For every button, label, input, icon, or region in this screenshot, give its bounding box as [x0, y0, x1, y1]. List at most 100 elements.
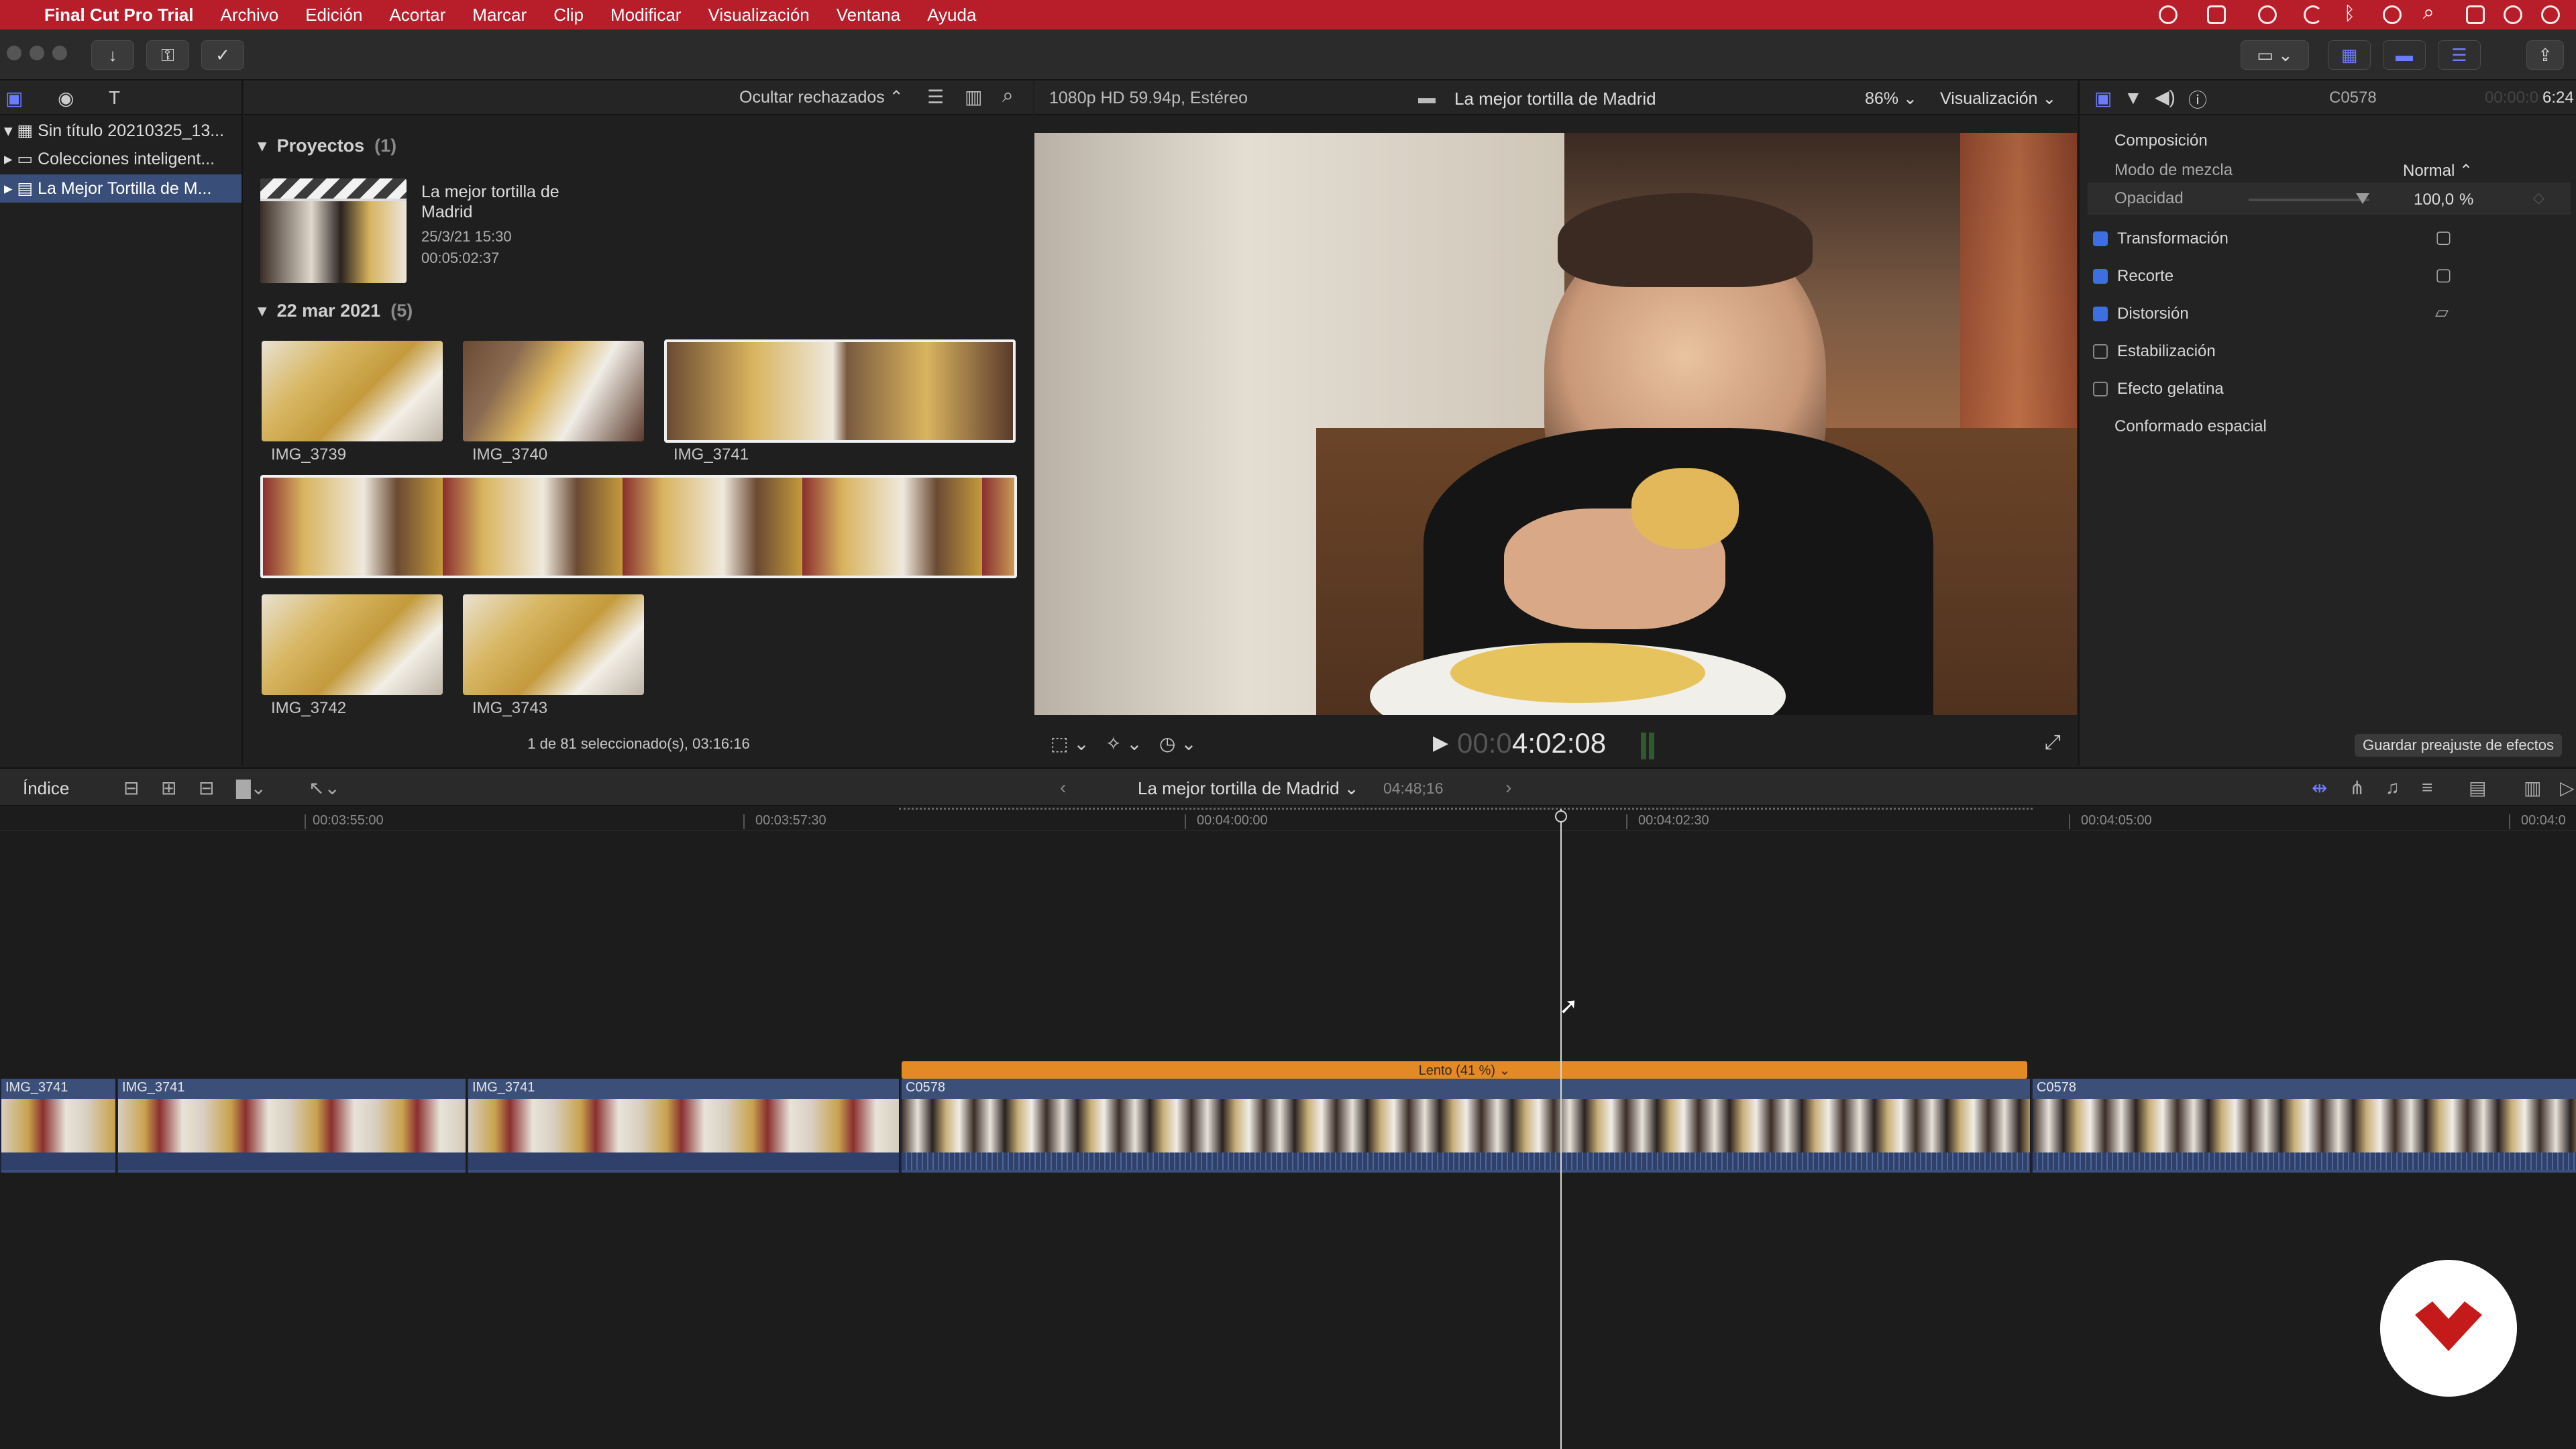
spatial-conform-section[interactable]: Conformado espacial — [2114, 408, 2267, 445]
effect-row-transform[interactable]: Transformación — [2093, 220, 2229, 258]
spotlight-icon[interactable]: ⌕ — [2423, 1, 2434, 24]
menu-clip[interactable]: Clip — [553, 5, 584, 25]
opacity-value[interactable]: 100,0 — [2414, 191, 2454, 209]
checkbox[interactable] — [2093, 231, 2108, 246]
info-inspector-icon[interactable]: ⓘ — [2188, 86, 2207, 113]
effect-row-distort[interactable]: Distorsión — [2093, 295, 2189, 333]
creative-cloud-icon[interactable] — [2159, 5, 2178, 24]
projects-section-header[interactable]: ▾ Proyectos (1) — [258, 136, 396, 156]
checkbox[interactable] — [2093, 344, 2108, 359]
inspector-toggle-icon[interactable]: ☰ — [2438, 40, 2481, 70]
playhead[interactable] — [1560, 809, 1562, 1449]
select-tool-icon[interactable]: ↖⌄ — [309, 777, 340, 799]
search-icon[interactable]: ⌕ — [1002, 85, 1014, 107]
browser-toggle-icon[interactable]: ▦ — [2328, 40, 2371, 70]
effect-row-rolling-shutter[interactable]: Efecto gelatina — [2093, 370, 2224, 408]
share-layout-button[interactable]: ▭ ⌄ — [2241, 40, 2309, 70]
menu-archivo[interactable]: Archivo — [220, 5, 278, 25]
clip-thumbnail-selected[interactable] — [664, 339, 1016, 443]
notification-icon[interactable] — [2541, 5, 2560, 24]
clip-thumbnail[interactable] — [262, 341, 443, 441]
distort-onscreen-icon[interactable]: ▱ — [2435, 302, 2449, 323]
menu-ventana[interactable]: Ventana — [837, 5, 900, 25]
close-window-icon[interactable] — [7, 46, 21, 60]
effect-row-stabilization[interactable]: Estabilización — [2093, 333, 2216, 370]
moon-icon[interactable] — [2304, 5, 2322, 24]
color-inspector-icon[interactable]: ▼ — [2124, 87, 2143, 109]
clip-appearance-icon[interactable]: ▤ — [2469, 777, 2486, 799]
user-icon[interactable] — [2383, 5, 2402, 24]
clip-appearance-icon[interactable]: ☰ — [927, 86, 944, 108]
skimming-icon[interactable]: ⋔ — [2349, 777, 2365, 799]
keyframe-icon[interactable]: ◇ — [2533, 189, 2544, 207]
play-button[interactable]: ▶ — [1433, 731, 1448, 755]
crop-tools-icon[interactable]: ⬚ ⌄ — [1051, 733, 1089, 755]
timeline-ruler[interactable]: 00:03:55:00 00:03:57:30 00:04:00:00 00:0… — [0, 808, 2576, 830]
timeline-project-dropdown[interactable]: La mejor tortilla de Madrid ⌄ — [1138, 778, 1359, 799]
keywords-button[interactable]: ⚿ — [146, 40, 189, 70]
menu-visualizacion[interactable]: Visualización — [708, 5, 809, 25]
control-center-icon[interactable] — [2466, 5, 2485, 24]
retime-label[interactable]: Lento (41 %) ⌄ — [902, 1062, 2027, 1079]
clip-thumbnail[interactable] — [463, 594, 644, 695]
connect-clip-icon[interactable]: ⊟ — [123, 777, 139, 799]
timeline-clip[interactable]: C0578 — [900, 1079, 2030, 1173]
checkbox[interactable] — [2093, 307, 2108, 321]
video-inspector-icon[interactable]: ▣ — [2094, 87, 2112, 109]
timeline-clip[interactable]: IMG_3741 — [467, 1079, 899, 1173]
fullscreen-icon[interactable]: ⤢ — [2045, 731, 2061, 754]
clip-filmstrip[interactable] — [260, 475, 1017, 578]
save-preset-button[interactable]: Guardar preajuste de efectos — [2355, 734, 2562, 757]
bluetooth-icon[interactable]: ᛒ — [2344, 3, 2355, 24]
video-only-icon[interactable]: ⇹ — [2312, 777, 2327, 799]
append-clip-icon[interactable]: ⊟ — [199, 777, 214, 799]
screen-icon[interactable] — [2207, 5, 2226, 24]
menu-modificar[interactable]: Modificar — [610, 5, 681, 25]
event-item-selected[interactable]: ▸ ▤ La Mejor Tortilla de M... — [0, 174, 241, 203]
checkbox[interactable] — [2093, 382, 2108, 396]
timeline-clip[interactable]: C0578 — [2031, 1079, 2576, 1173]
menu-edicion[interactable]: Edición — [305, 5, 362, 25]
titles-icon[interactable]: T — [109, 87, 120, 109]
timeline-clip[interactable]: IMG_3741 — [117, 1079, 466, 1173]
history-forward-icon[interactable]: › — [1505, 777, 1511, 798]
checkbox[interactable] — [2093, 269, 2108, 284]
retime-icon[interactable]: ◷ ⌄ — [1159, 733, 1197, 755]
transitions-browser-icon[interactable]: ▷ — [2560, 777, 2575, 799]
retime-bar[interactable]: Lento (41 %) ⌄ — [902, 1061, 2027, 1079]
blend-mode-dropdown[interactable]: Normal ⌃ — [2403, 161, 2473, 180]
minimize-window-icon[interactable] — [30, 46, 44, 60]
effect-row-crop[interactable]: Recorte — [2093, 258, 2174, 295]
project-thumbnail[interactable] — [260, 178, 407, 283]
clip-thumbnail[interactable] — [463, 341, 644, 441]
libraries-icon[interactable]: ▣ — [5, 87, 23, 109]
date-section-header[interactable]: ▾ 22 mar 2021 (5) — [258, 301, 413, 321]
video-frame[interactable] — [1034, 133, 2077, 715]
crop-onscreen-icon[interactable]: ▢ — [2435, 264, 2452, 285]
siri-icon[interactable] — [2504, 5, 2522, 24]
filter-dropdown[interactable]: Ocultar rechazados ⌃ — [739, 87, 904, 107]
smart-collections-item[interactable]: ▸ ▭ Colecciones inteligent... — [4, 149, 215, 169]
menu-marcar[interactable]: Marcar — [472, 5, 527, 25]
menu-ayuda[interactable]: Ayuda — [927, 5, 976, 25]
opacity-slider-track[interactable] — [2249, 199, 2369, 201]
import-button[interactable]: ↓ — [91, 40, 134, 70]
overwrite-clip-icon[interactable]: ▇⌄ — [236, 777, 266, 799]
library-item[interactable]: ▾ ▦ Sin título 20210325_13... — [4, 121, 224, 141]
view-dropdown[interactable]: Visualización ⌄ — [1940, 89, 2056, 109]
menu-app-name[interactable]: Final Cut Pro Trial — [44, 5, 193, 25]
timeline-clip[interactable]: IMG_3741 — [0, 1079, 115, 1173]
audio-inspector-icon[interactable]: ◀) — [2155, 86, 2176, 108]
sync-icon[interactable] — [2258, 5, 2277, 24]
timeline-toggle-icon[interactable]: ▬ — [2383, 40, 2426, 70]
history-back-icon[interactable]: ‹ — [1060, 777, 1066, 798]
photos-icon[interactable]: ◉ — [58, 87, 74, 109]
menu-acortar[interactable]: Acortar — [389, 5, 445, 25]
filmstrip-icon[interactable]: ▥ — [965, 86, 982, 108]
share-button[interactable]: ⇪ — [2526, 40, 2564, 70]
solo-icon[interactable]: ≡ — [2422, 777, 2432, 798]
timecode[interactable]: 4:02:08 — [1512, 727, 1606, 759]
background-tasks-button[interactable]: ✓ — [201, 40, 244, 70]
index-button[interactable]: Índice — [23, 778, 69, 799]
audio-skimming-icon[interactable]: ♫ — [2385, 777, 2400, 798]
